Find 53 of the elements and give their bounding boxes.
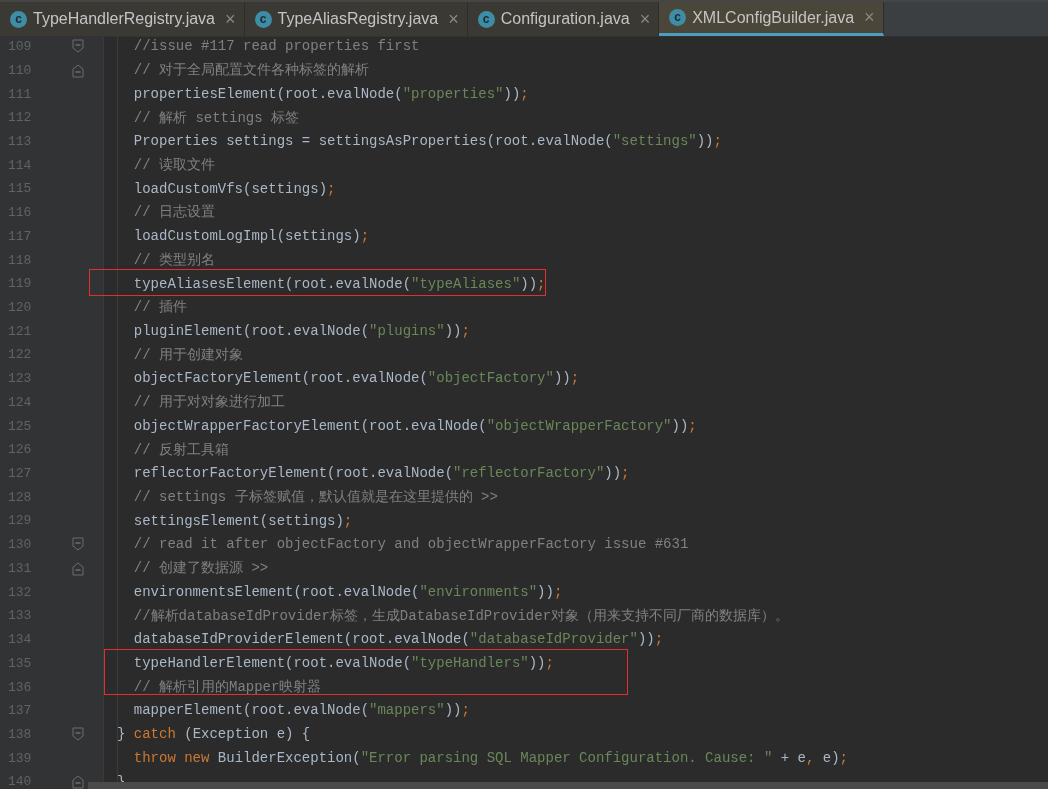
code-line: Properties settings = settingsAsProperties(root.evalNode("settings"));: [132, 133, 722, 150]
code-line: // 类型别名: [132, 251, 215, 268]
code-line: // 用于对对象进行加工: [132, 394, 285, 411]
code-line: // 解析引用的Mapper映射器: [132, 678, 322, 695]
code-line: databaseIdProviderElement(root.evalNode("databaseIdProvider"));: [132, 631, 664, 648]
code-line: // 用于创建对象: [132, 346, 243, 363]
code-line: objectWrapperFactoryElement(root.evalNode("objectWrapperFactory"));: [132, 417, 697, 434]
close-button[interactable]: ×: [864, 4, 875, 31]
code-line: // 对于全局配置文件各种标签的解析: [132, 62, 369, 79]
code-line: // 解析 settings 标签: [132, 109, 300, 126]
code-line: throw new BuilderException("Error parsing SQL Mapper Configuration. Cause: " + e, e);: [132, 749, 848, 766]
class-icon: c: [254, 10, 272, 28]
editor-tab[interactable]: c TypeAliasRegistry.java ×: [244, 2, 468, 36]
code-line: // 创建了数据源 >>: [132, 560, 269, 577]
code-line: // 插件: [132, 299, 187, 316]
code-line: // 日志设置: [132, 204, 215, 221]
fold-icon[interactable]: [72, 63, 84, 78]
code-line: loadCustomVfs(settings);: [132, 180, 336, 197]
fold-icon[interactable]: [72, 775, 84, 789]
fold-icon[interactable]: [72, 39, 84, 53]
class-icon: c: [10, 10, 27, 28]
class-icon: c: [669, 9, 687, 26]
code-line: //issue #117 read properties first: [132, 38, 420, 55]
fold-icon[interactable]: [72, 726, 84, 741]
code-line: } catch (Exception e) {: [117, 726, 311, 743]
tab-title: TypeAliasRegistry.java: [277, 9, 439, 29]
code-line: objectFactoryElement(root.evalNode("objectFactory"));: [132, 370, 580, 387]
code-line: reflectorFactoryElement(root.evalNode("reflectorFactory"));: [132, 465, 630, 482]
code-line: typeAliasesElement(root.evalNode("typeAliases"));: [132, 275, 546, 292]
class-icon: c: [477, 10, 495, 28]
close-button[interactable]: ×: [225, 5, 236, 33]
editor-tab[interactable]: c TypeHandlerRegistry.java ×: [0, 2, 245, 36]
code-line: mapperElement(root.evalNode("mappers"));: [132, 702, 470, 719]
tab-title: XMLConfigBuilder.java: [692, 7, 855, 28]
code-line: propertiesElement(root.evalNode("properties"));: [132, 85, 529, 102]
code-line: // read it after objectFactory and objectWrapperFactory issue #631: [132, 536, 689, 553]
close-button[interactable]: ×: [639, 5, 651, 33]
fold-icon[interactable]: [72, 561, 84, 576]
code-line: // 读取文件: [132, 156, 215, 173]
close-button[interactable]: ×: [448, 5, 459, 33]
fold-icon[interactable]: [72, 537, 84, 552]
code-line: //解析databaseIdProvider标签，生成DatabaseIdProvider对象（用来支持不同厂商的数据库）。: [132, 607, 790, 624]
code-line: environmentsElement(root.evalNode("environments"));: [132, 583, 563, 600]
code-line: typeHandlerElement(root.evalNode("typeHandlers"));: [132, 655, 554, 672]
code-line: // 反射工具箱: [132, 441, 229, 458]
code-line: loadCustomLogImpl(settings);: [132, 228, 370, 245]
tab-title: Configuration.java: [500, 9, 630, 29]
code-line: pluginElement(root.evalNode("plugins"));: [132, 323, 470, 339]
editor-tab[interactable]: c Configuration.java ×: [467, 2, 660, 36]
tab-title: TypeHandlerRegistry.java: [33, 9, 215, 29]
editor-tab[interactable]: c XMLConfigBuilder.java ×: [659, 2, 884, 36]
code-line: // settings 子标签赋值，默认值就是在这里提供的 >>: [132, 489, 498, 505]
code-line: settingsElement(settings);: [132, 512, 353, 529]
